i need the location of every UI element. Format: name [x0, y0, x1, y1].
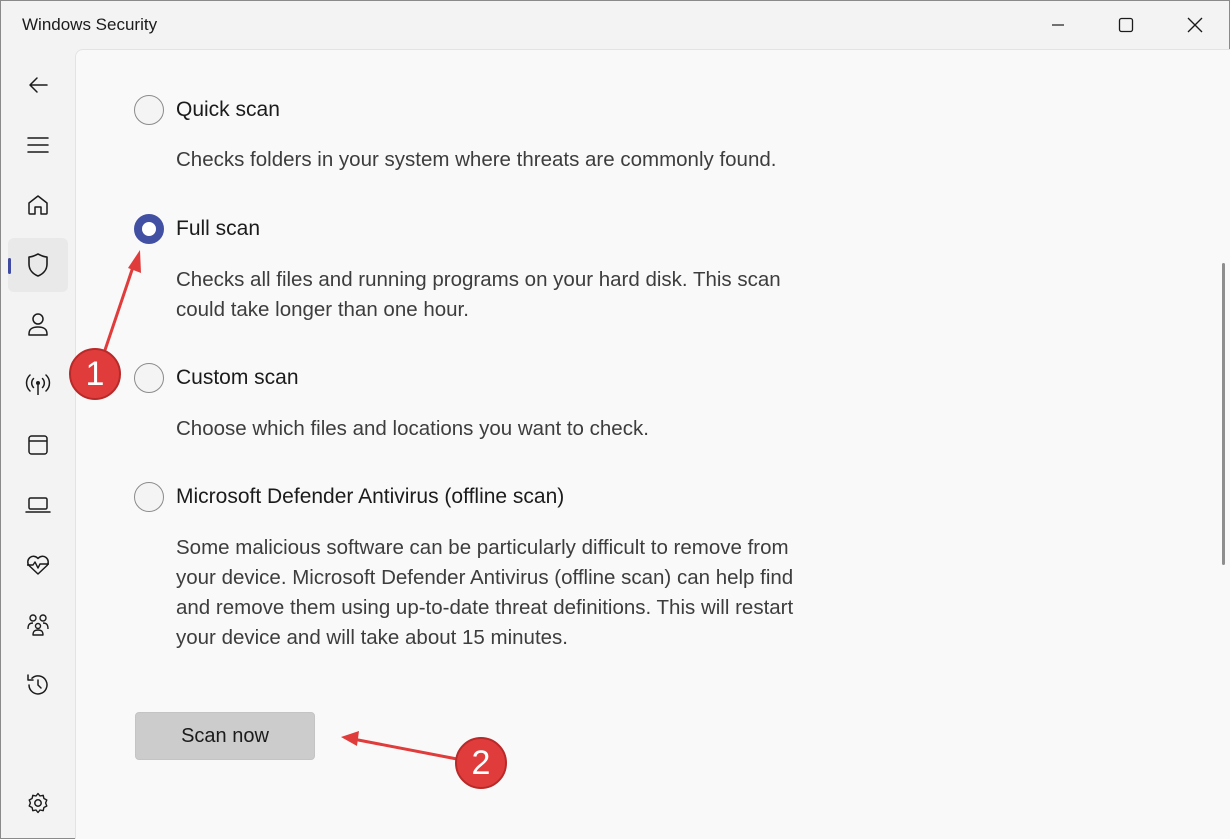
- window-title: Windows Security: [22, 15, 158, 34]
- sidebar-nav: [1, 49, 75, 839]
- full-scan-description-line2: could take longer than one hour.: [176, 298, 469, 321]
- quick-scan-label[interactable]: Quick scan: [176, 98, 280, 122]
- offline-scan-label[interactable]: Microsoft Defender Antivirus (offline sc…: [176, 485, 564, 509]
- family-icon: [27, 614, 49, 636]
- maximize-icon: [1118, 17, 1134, 33]
- sidebar-item-app-browser[interactable]: [8, 418, 68, 472]
- custom-scan-description: Choose which files and locations you wan…: [176, 417, 649, 440]
- annotation-badge-1: 1: [69, 348, 121, 400]
- back-button[interactable]: [8, 58, 68, 112]
- menu-button[interactable]: [8, 118, 68, 172]
- wireless-antenna-icon: [25, 374, 51, 395]
- sidebar-item-family[interactable]: [8, 598, 68, 652]
- hamburger-icon: [27, 137, 49, 153]
- full-scan-description-line1: Checks all files and running programs on…: [176, 268, 781, 291]
- sidebar-item-virus-protection[interactable]: [8, 238, 68, 292]
- full-scan-radio[interactable]: [134, 214, 164, 244]
- back-arrow-icon: [29, 77, 48, 93]
- minimize-button[interactable]: [1024, 1, 1092, 49]
- full-scan-label[interactable]: Full scan: [176, 217, 260, 241]
- title-bar: Windows Security: [1, 1, 1229, 49]
- offline-scan-radio[interactable]: [134, 482, 164, 512]
- sidebar-item-account[interactable]: [8, 298, 68, 352]
- sidebar-item-history[interactable]: [8, 658, 68, 712]
- quick-scan-radio[interactable]: [134, 95, 164, 125]
- laptop-icon: [25, 497, 51, 513]
- custom-scan-radio[interactable]: [134, 363, 164, 393]
- minimize-icon: [1052, 24, 1064, 26]
- scan-now-button[interactable]: Scan now: [135, 712, 315, 760]
- sidebar-item-firewall[interactable]: [8, 358, 68, 412]
- sidebar-item-device-security[interactable]: [8, 478, 68, 532]
- heart-pulse-icon: [27, 555, 49, 575]
- quick-scan-description: Checks folders in your system where thre…: [176, 148, 777, 171]
- gear-icon: [28, 792, 48, 814]
- sidebar-item-performance-health[interactable]: [8, 538, 68, 592]
- offline-scan-description-line3: and remove them using up-to-date threat …: [176, 596, 794, 619]
- person-icon: [28, 313, 48, 336]
- history-icon: [27, 674, 48, 695]
- close-button[interactable]: [1161, 1, 1229, 49]
- offline-scan-description-line1: Some malicious software can be particula…: [176, 536, 789, 559]
- windows-security-window: Windows Security Quick scan Checks folde…: [0, 0, 1230, 839]
- offline-scan-description-line4: your device and will take about 15 minut…: [176, 626, 569, 649]
- offline-scan-description-line2: your device. Microsoft Defender Antiviru…: [176, 566, 794, 589]
- vertical-scrollbar[interactable]: [1222, 263, 1225, 565]
- sidebar-item-settings[interactable]: [8, 776, 68, 830]
- app-window-icon: [28, 435, 48, 455]
- custom-scan-label[interactable]: Custom scan: [176, 366, 299, 390]
- active-indicator: [8, 258, 11, 274]
- shield-icon: [28, 253, 48, 277]
- close-icon: [1187, 17, 1203, 33]
- maximize-button[interactable]: [1092, 1, 1160, 49]
- annotation-badge-2: 2: [455, 737, 507, 789]
- home-icon: [28, 195, 48, 215]
- sidebar-item-home[interactable]: [8, 178, 68, 232]
